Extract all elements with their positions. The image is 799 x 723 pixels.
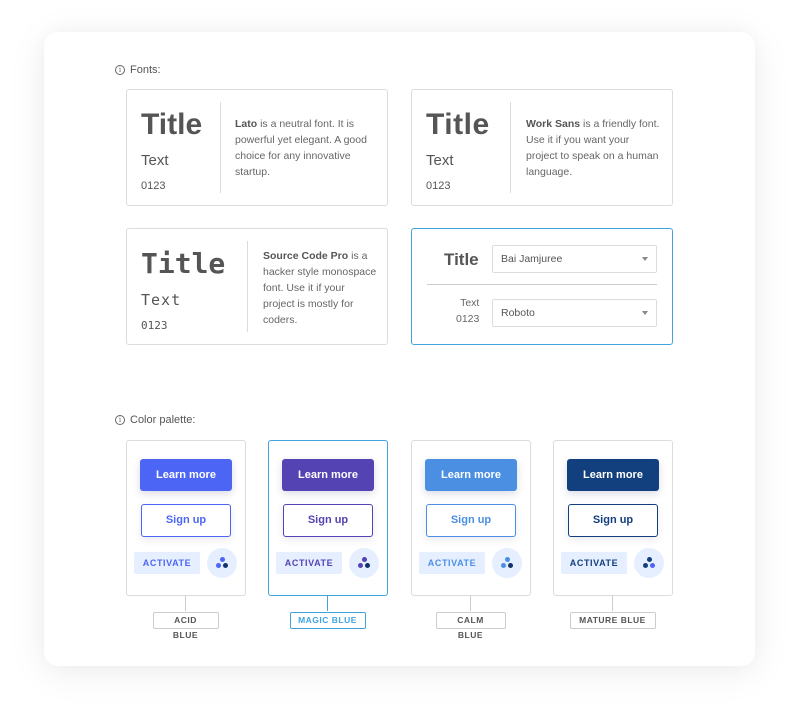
divider <box>220 102 221 193</box>
activate-button[interactable]: ACTIVATE <box>419 552 485 574</box>
font-option-custom-pair[interactable]: Title Bai Jamjuree Text 0123 Roboto <box>411 228 673 345</box>
icon-dot <box>646 557 652 562</box>
font-sample: Title Text 0123 <box>141 90 221 205</box>
share-fab-button[interactable] <box>207 548 237 578</box>
palette-connector <box>612 596 613 611</box>
sample-text: Text <box>141 152 169 169</box>
font-option-work-sans[interactable]: Title Text 0123 Work Sans is a friendly … <box>411 89 673 206</box>
icon-dot <box>216 563 221 568</box>
divider <box>510 102 511 193</box>
sample-title: Title <box>141 247 226 280</box>
palette-name-badge: MATURE BLUE <box>569 612 656 629</box>
text-font-value: Roboto <box>501 307 535 319</box>
icon-dot <box>508 563 513 568</box>
sample-text: Text <box>141 291 182 309</box>
palette-connector <box>470 596 471 611</box>
sign-up-button[interactable]: Sign up <box>426 504 516 537</box>
divider <box>427 284 657 285</box>
sign-up-button[interactable]: Sign up <box>141 504 231 537</box>
icon-dot <box>504 557 510 562</box>
info-icon: i <box>115 415 125 425</box>
sample-numbers: 0123 <box>426 180 451 192</box>
share-fab-button[interactable] <box>634 548 664 578</box>
icon-dot <box>223 563 228 568</box>
icon-dot <box>501 563 506 568</box>
icon-dot <box>643 563 648 568</box>
title-font-value: Bai Jamjuree <box>501 253 563 265</box>
pair-numbers: 0123 <box>456 313 480 325</box>
sample-numbers: 0123 <box>141 319 168 332</box>
palette-label-text: Color palette: <box>130 414 196 426</box>
pair-title-label: Title <box>444 250 479 269</box>
font-description: Source Code Pro is a hacker style monosp… <box>263 248 378 328</box>
fonts-section-label: i Fonts: <box>115 64 161 76</box>
sign-up-button[interactable]: Sign up <box>568 504 658 537</box>
learn-more-button[interactable]: Learn more <box>282 459 374 491</box>
divider <box>247 241 248 332</box>
icon-dot <box>650 563 655 568</box>
info-icon: i <box>115 65 125 75</box>
palette-connector <box>327 596 328 611</box>
sample-title: Title <box>141 108 203 141</box>
palette-option-calm-blue[interactable]: Learn more Sign up ACTIVATE <box>411 440 531 596</box>
pair-text-label: Text 0123 <box>456 295 479 327</box>
pair-text: Text <box>460 297 480 309</box>
text-font-select[interactable]: Roboto <box>492 299 657 327</box>
icon-dot <box>361 557 367 562</box>
sample-numbers: 0123 <box>141 180 166 192</box>
title-font-select[interactable]: Bai Jamjuree <box>492 245 657 273</box>
font-option-source-code-pro[interactable]: Title Text 0123 Source Code Pro is a hac… <box>126 228 388 345</box>
learn-more-button[interactable]: Learn more <box>425 459 517 491</box>
learn-more-button[interactable]: Learn more <box>567 459 659 491</box>
font-name: Lato <box>235 118 258 130</box>
palette-name-badge: CALM BLUE <box>435 612 506 640</box>
activate-button[interactable]: ACTIVATE <box>561 552 627 574</box>
palette-option-acid-blue[interactable]: Learn more Sign up ACTIVATE <box>126 440 246 596</box>
font-description: Lato is a neutral font. It is powerful y… <box>235 116 375 180</box>
icon-dot <box>358 563 363 568</box>
sign-up-button[interactable]: Sign up <box>283 504 373 537</box>
palette-option-mature-blue[interactable]: Learn more Sign up ACTIVATE <box>553 440 673 596</box>
sample-text: Text <box>426 152 454 169</box>
palette-name-badge: MAGIC BLUE <box>289 612 366 629</box>
palette-name-badge: ACID BLUE <box>152 612 219 640</box>
palette-section-label: i Color palette: <box>115 414 195 426</box>
icon-dot <box>365 563 370 568</box>
font-option-lato[interactable]: Title Text 0123 Lato is a neutral font. … <box>126 89 388 206</box>
learn-more-button[interactable]: Learn more <box>140 459 232 491</box>
font-sample: Title Text 0123 <box>426 90 506 205</box>
palette-option-magic-blue[interactable]: Learn more Sign up ACTIVATE <box>268 440 388 596</box>
font-name: Source Code Pro <box>263 250 349 262</box>
fonts-label-text: Fonts: <box>130 64 161 76</box>
sample-title: Title <box>426 108 490 141</box>
icon-dot <box>219 557 225 562</box>
activate-button[interactable]: ACTIVATE <box>276 552 342 574</box>
palette-connector <box>185 596 186 611</box>
share-fab-button[interactable] <box>492 548 522 578</box>
activate-button[interactable]: ACTIVATE <box>134 552 200 574</box>
dropdown-arrow-icon <box>642 311 648 315</box>
dropdown-arrow-icon <box>642 257 648 261</box>
font-description: Work Sans is a friendly font. Use it if … <box>526 116 661 180</box>
share-fab-button[interactable] <box>349 548 379 578</box>
font-name: Work Sans <box>526 118 581 130</box>
font-sample: Title Text 0123 <box>141 229 225 344</box>
